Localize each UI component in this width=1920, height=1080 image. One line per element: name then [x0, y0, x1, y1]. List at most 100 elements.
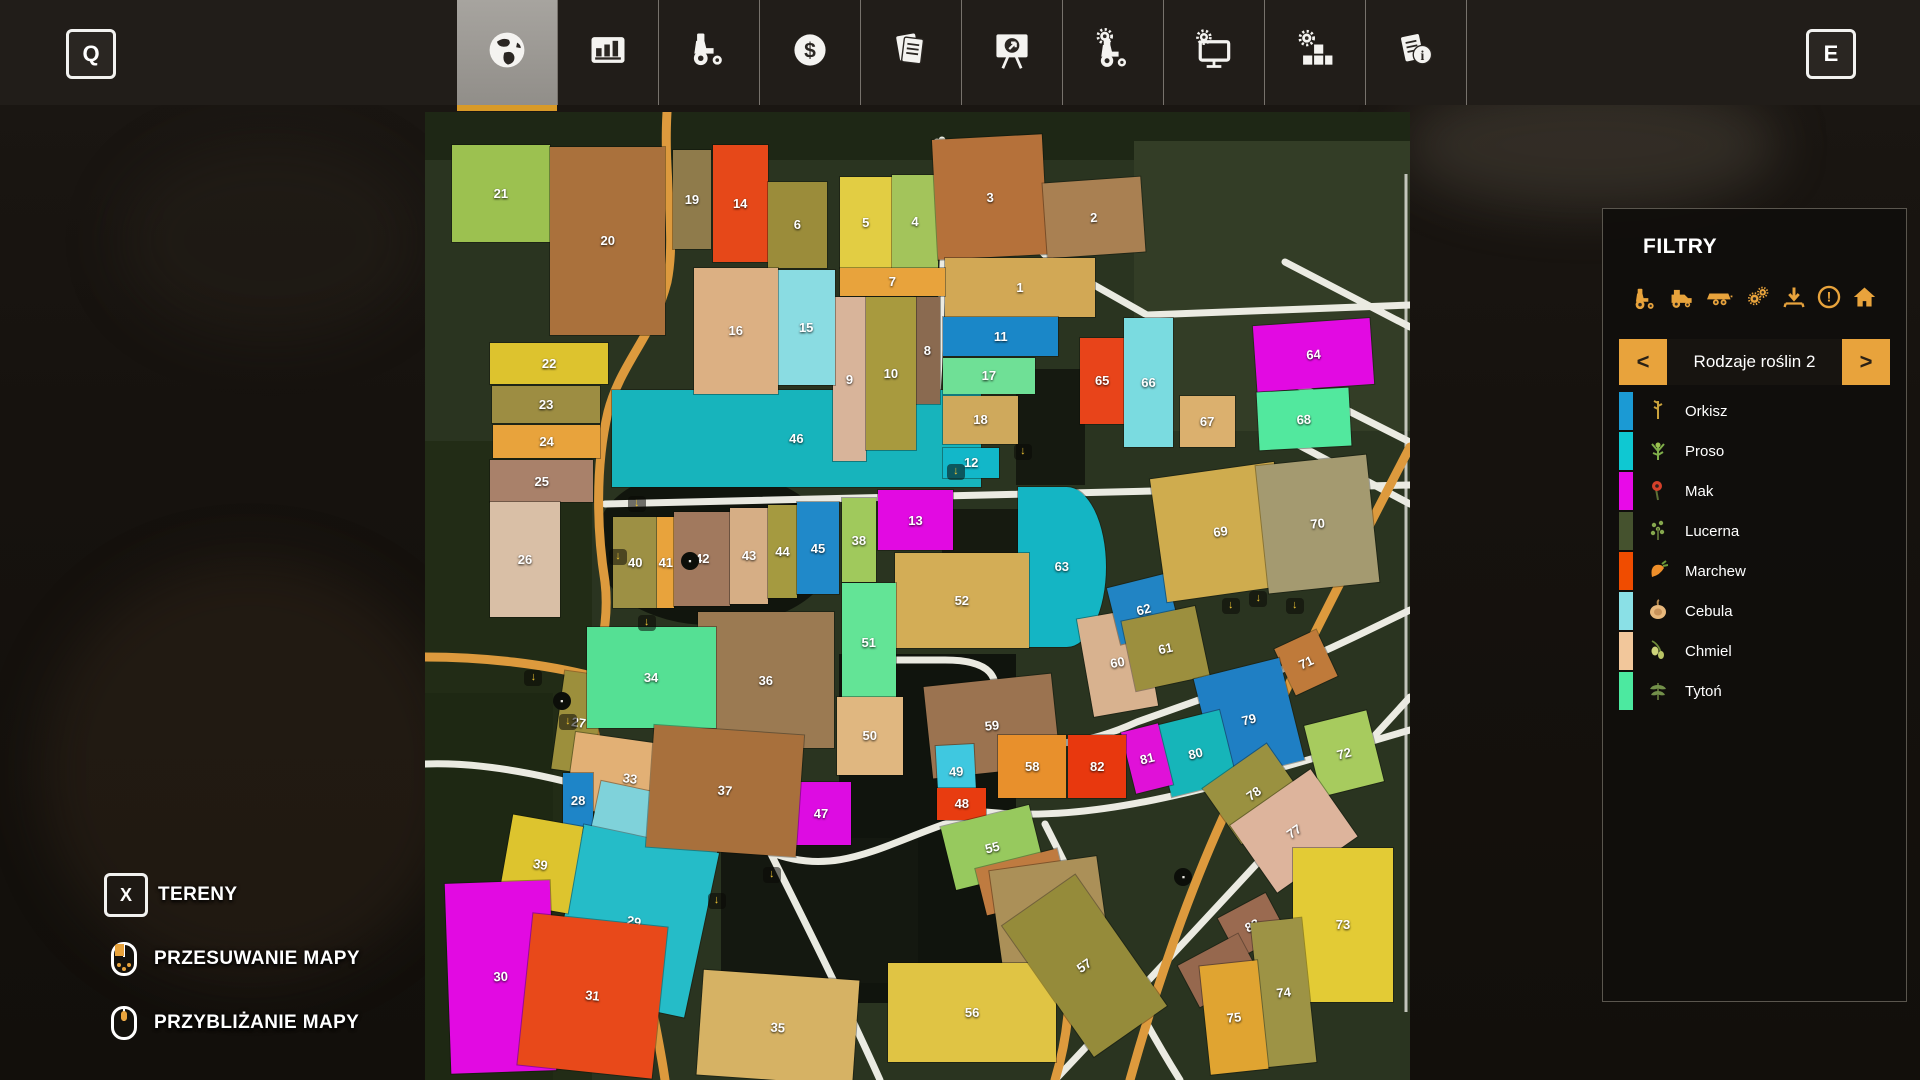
- tab-help-info[interactable]: i: [1365, 0, 1467, 105]
- tab-vehicles[interactable]: [658, 0, 759, 105]
- map-view[interactable]: 4663212019146543217111718891015166566676…: [425, 112, 1410, 1080]
- poi-icon[interactable]: ▪: [681, 552, 699, 570]
- tab-statistics[interactable]: [557, 0, 658, 105]
- legend-item-tytoń: Tytoń: [1619, 671, 1889, 711]
- crop-color-swatch: [1619, 392, 1633, 430]
- wheat-icon: [1645, 399, 1671, 424]
- tab-finances[interactable]: $: [759, 0, 860, 105]
- control-hint-label: PRZYBLIŻANIE MAPY: [154, 1012, 359, 1034]
- background-field-glow-2: [120, 140, 420, 340]
- crop-label: Marchew: [1685, 563, 1746, 580]
- crop-label: Cebula: [1685, 603, 1733, 620]
- tobacco-icon: [1645, 679, 1671, 704]
- sell-station-icon[interactable]: ↓: [609, 549, 627, 565]
- crop-legend: Orkisz Proso Mak Lucerna Marchew Cebula Chmiel…: [1619, 391, 1889, 711]
- poppy-icon: [1645, 479, 1671, 504]
- legend-item-mak: Mak: [1619, 471, 1889, 511]
- filter-icons-row: !: [1629, 283, 1878, 313]
- filters-panel: FILTRY ! < Rodzaje roślin 2 > Orkisz Pros…: [1602, 208, 1907, 1002]
- crop-color-swatch: [1619, 552, 1633, 590]
- map-globe-icon: [485, 28, 529, 77]
- sell-station-icon[interactable]: ↓: [1249, 591, 1267, 607]
- millet-icon: [1645, 439, 1671, 464]
- gears-icon[interactable]: [1744, 283, 1772, 313]
- svg-text:i: i: [1421, 48, 1425, 63]
- tab-display-settings[interactable]: [1163, 0, 1264, 105]
- map-controls-legend: X TERENY PRZESUWANIE MAPY PRZYBLIŻANIE MAPY: [104, 872, 360, 1064]
- sell-station-icon[interactable]: ↓: [1222, 598, 1240, 614]
- mouse-wheel-icon: [104, 1006, 144, 1040]
- control-hint: PRZESUWANIE MAPY: [104, 936, 360, 982]
- vehicles-icon: [687, 28, 731, 77]
- trailer-icon[interactable]: [1705, 283, 1735, 313]
- x-keycap: X: [104, 873, 148, 917]
- crop-label: Chmiel: [1685, 643, 1732, 660]
- production-icon: [990, 28, 1034, 77]
- crop-color-swatch: [1619, 672, 1633, 710]
- mouse-drag-icon: [104, 942, 144, 976]
- harvester-icon[interactable]: [1666, 283, 1696, 313]
- legend-item-lucerna: Lucerna: [1619, 511, 1889, 551]
- alfalfa-icon: [1645, 519, 1671, 544]
- pager-next-button[interactable]: >: [1842, 339, 1890, 385]
- alert-icon[interactable]: !: [1816, 283, 1842, 313]
- hops-icon: [1645, 639, 1671, 664]
- legend-item-cebula: Cebula: [1619, 591, 1889, 631]
- sell-station-icon[interactable]: ↓: [524, 670, 542, 686]
- sell-station-icon[interactable]: ↓: [628, 496, 646, 512]
- sell-station-icon[interactable]: ↓: [559, 714, 577, 730]
- crop-color-swatch: [1619, 432, 1633, 470]
- help-info-icon: i: [1394, 28, 1438, 77]
- sell-station-icon[interactable]: ↓: [708, 893, 726, 909]
- tab-contracts[interactable]: [860, 0, 961, 105]
- sell-station-icon[interactable]: ↓: [763, 867, 781, 883]
- crop-color-swatch: [1619, 472, 1633, 510]
- crop-label: Tytoń: [1685, 683, 1722, 700]
- filters-title: FILTRY: [1643, 235, 1906, 259]
- crop-label: Orkisz: [1685, 403, 1728, 420]
- crop-label: Proso: [1685, 443, 1724, 460]
- carrot-icon: [1645, 559, 1671, 584]
- control-hint: PRZYBLIŻANIE MAPY: [104, 1000, 360, 1046]
- statistics-icon: [586, 28, 630, 77]
- control-hint: X TERENY: [104, 872, 360, 918]
- legend-item-proso: Proso: [1619, 431, 1889, 471]
- crop-label: Lucerna: [1685, 523, 1739, 540]
- tab-vehicle-settings[interactable]: [1062, 0, 1163, 105]
- pager-prev-button[interactable]: <: [1619, 339, 1667, 385]
- home-icon[interactable]: [1851, 283, 1878, 313]
- svg-text:$: $: [804, 39, 816, 62]
- svg-text:!: !: [1827, 289, 1832, 305]
- display-settings-icon: [1192, 28, 1236, 77]
- sell-station-icon[interactable]: ↓: [1014, 444, 1032, 460]
- filter-category-pager: < Rodzaje roślin 2 >: [1619, 339, 1890, 385]
- tab-game-settings[interactable]: [1264, 0, 1365, 105]
- crop-color-swatch: [1619, 592, 1633, 630]
- legend-item-chmiel: Chmiel: [1619, 631, 1889, 671]
- legend-item-marchew: Marchew: [1619, 551, 1889, 591]
- sell-station-icon[interactable]: ↓: [947, 464, 965, 480]
- poi-icon[interactable]: ▪: [553, 692, 571, 710]
- shortcut-q-key[interactable]: Q: [66, 29, 116, 79]
- tab-production[interactable]: [961, 0, 1062, 105]
- control-hint-label: PRZESUWANIE MAPY: [154, 948, 360, 970]
- crop-color-swatch: [1619, 512, 1633, 550]
- download-icon[interactable]: [1781, 283, 1807, 313]
- tractor-icon[interactable]: [1629, 283, 1657, 313]
- toolbar-tabs: $i: [457, 0, 1467, 105]
- sell-station-icon[interactable]: ↓: [638, 615, 656, 631]
- crop-label: Mak: [1685, 483, 1713, 500]
- map-pois-layer: ↓ ↓ ↓ ↓ ↓ ↓ ↓ ↓ ↓ ↓ ↓ ↓ ▪ ▪ ▪: [425, 112, 1410, 1080]
- legend-item-orkisz: Orkisz: [1619, 391, 1889, 431]
- crop-color-swatch: [1619, 632, 1633, 670]
- shortcut-e-key[interactable]: E: [1806, 29, 1856, 79]
- finances-icon: $: [788, 28, 832, 77]
- sell-station-icon[interactable]: ↓: [1286, 598, 1304, 614]
- top-toolbar: Q $i E: [0, 0, 1920, 105]
- control-hint-label: TERENY: [158, 884, 237, 906]
- pager-label[interactable]: Rodzaje roślin 2: [1667, 339, 1842, 385]
- game-settings-icon: [1293, 28, 1337, 77]
- poi-icon[interactable]: ▪: [1174, 868, 1192, 886]
- tab-map-globe[interactable]: [457, 0, 557, 105]
- onion-icon: [1645, 599, 1671, 624]
